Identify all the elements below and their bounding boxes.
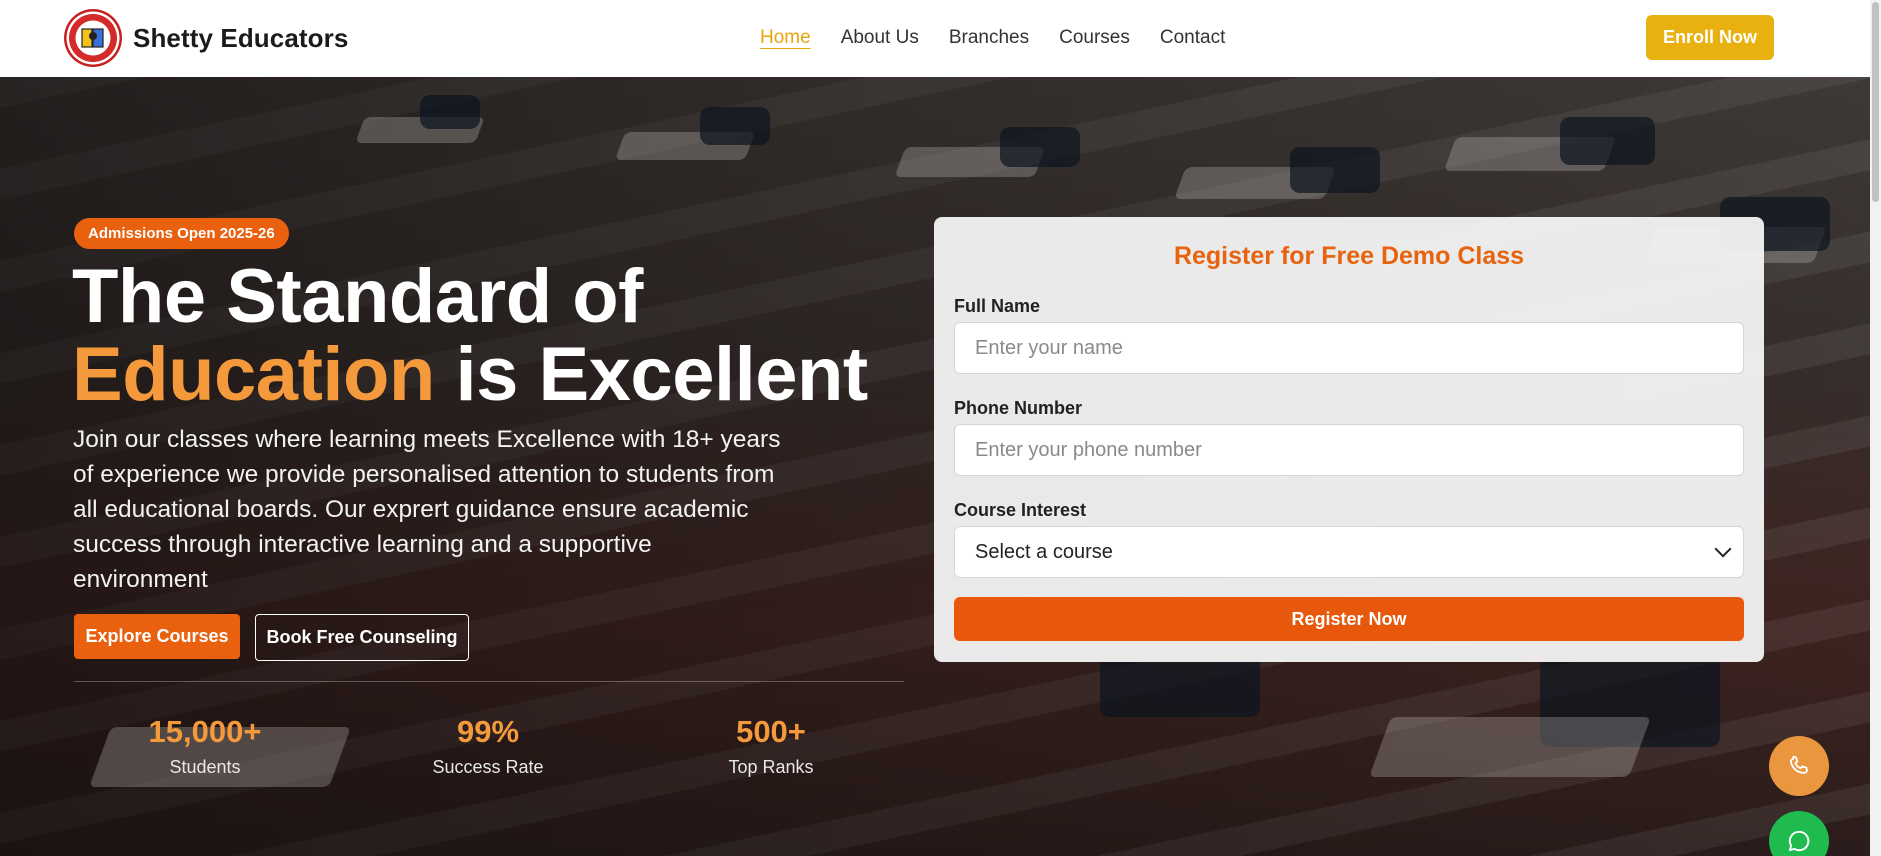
nav-branches[interactable]: Branches bbox=[949, 26, 1029, 50]
scrollbar-thumb[interactable] bbox=[1872, 2, 1879, 202]
stat-label: Top Ranks bbox=[728, 757, 814, 777]
course-interest-select[interactable]: Select a course bbox=[954, 526, 1744, 578]
nav-home[interactable]: Home bbox=[760, 26, 811, 50]
brand-name: Shetty Educators bbox=[133, 22, 349, 53]
book-counseling-button[interactable]: Book Free Counseling bbox=[255, 614, 469, 661]
full-name-input[interactable] bbox=[954, 322, 1744, 374]
stat-value: 15,000+ bbox=[148, 714, 262, 749]
stat-top-ranks: 500+ Top Ranks bbox=[671, 714, 871, 780]
background-desk bbox=[1369, 717, 1651, 777]
nav-about-us[interactable]: About Us bbox=[841, 26, 919, 50]
course-select-value: Select a course bbox=[975, 540, 1113, 563]
whatsapp-icon bbox=[1788, 830, 1810, 852]
page-scrollbar[interactable] bbox=[1870, 0, 1881, 856]
background-chair bbox=[1000, 127, 1080, 167]
stats-divider bbox=[74, 681, 904, 682]
course-interest-label: Course Interest bbox=[954, 500, 1087, 520]
explore-courses-button[interactable]: Explore Courses bbox=[74, 614, 240, 659]
main-menu: Home About Us Branches Courses Contact bbox=[760, 26, 1255, 50]
demo-registration-form: Register for Free Demo Class Full Name P… bbox=[934, 217, 1764, 662]
enroll-now-button[interactable]: Enroll Now bbox=[1646, 15, 1774, 60]
stat-label: Students bbox=[169, 757, 241, 777]
hero-headline: The Standard of Education is Excellent bbox=[72, 258, 868, 414]
nav-courses[interactable]: Courses bbox=[1059, 26, 1130, 50]
background-chair bbox=[420, 95, 480, 129]
chevron-down-icon bbox=[1714, 540, 1732, 558]
background-chair bbox=[700, 107, 770, 145]
headline-accent: Education bbox=[72, 332, 435, 417]
stat-value: 99% bbox=[456, 714, 520, 749]
call-floating-button[interactable] bbox=[1769, 736, 1829, 796]
stat-success-rate: 99% Success Rate bbox=[388, 714, 588, 780]
stat-label: Success Rate bbox=[432, 757, 544, 777]
top-navbar: Shetty Educators Home About Us Branches … bbox=[0, 0, 1870, 77]
phone-number-label: Phone Number bbox=[954, 398, 1083, 418]
phone-number-input[interactable] bbox=[954, 424, 1744, 476]
background-chair bbox=[1560, 117, 1655, 165]
headline-line-1: The Standard of bbox=[72, 254, 643, 339]
school-logo-icon bbox=[64, 9, 122, 67]
nav-contact[interactable]: Contact bbox=[1160, 26, 1225, 50]
hero-description: Join our classes where learning meets Ex… bbox=[73, 426, 781, 593]
stat-students: 15,000+ Students bbox=[105, 714, 305, 780]
phone-icon bbox=[1789, 755, 1808, 774]
headline-rest: is Excellent bbox=[434, 332, 868, 417]
stat-value: 500+ bbox=[736, 714, 806, 749]
brand-logo-link[interactable]: Shetty Educators bbox=[64, 9, 348, 67]
full-name-label: Full Name bbox=[954, 296, 1041, 316]
background-chair bbox=[1290, 147, 1380, 193]
admissions-badge: Admissions Open 2025-26 bbox=[74, 218, 289, 249]
register-now-button[interactable]: Register Now bbox=[954, 597, 1744, 641]
form-title: Register for Free Demo Class bbox=[1173, 242, 1525, 270]
